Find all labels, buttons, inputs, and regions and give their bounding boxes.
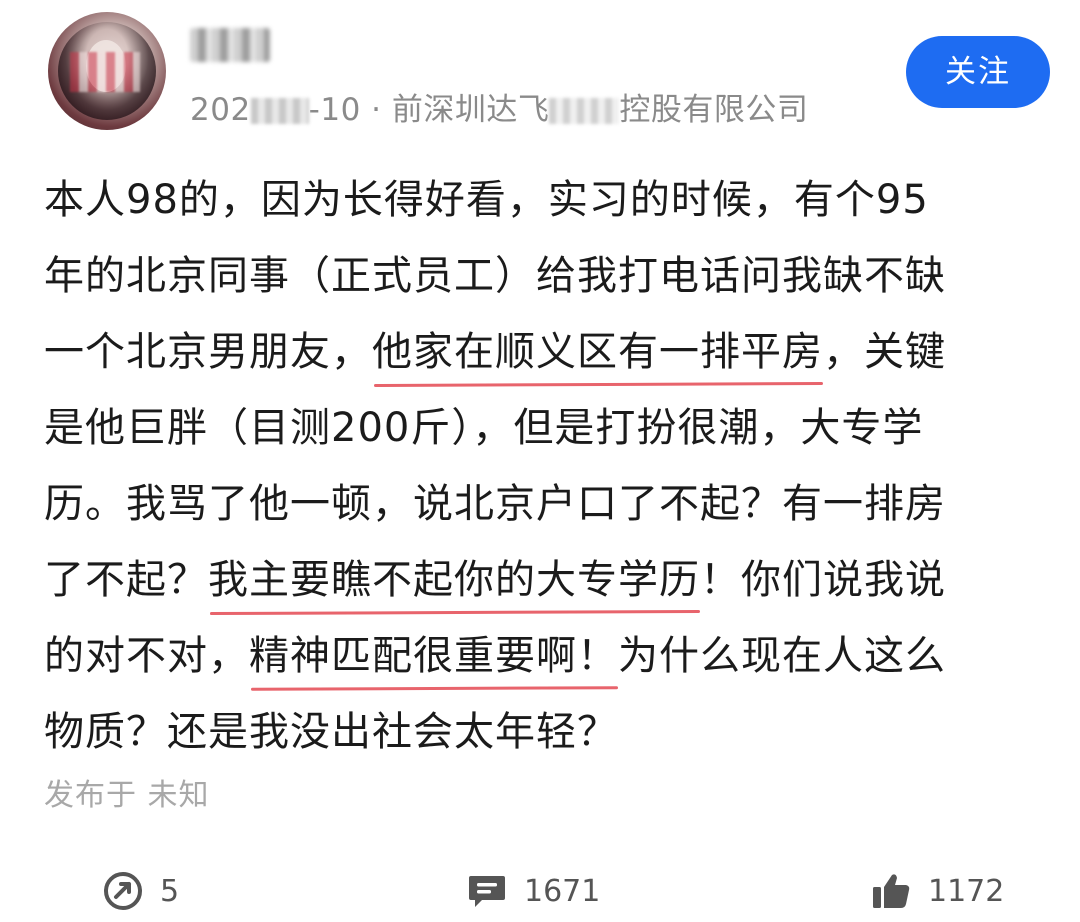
post-meta: 202 -10 · 前深圳达飞 控股有限公司: [190, 84, 808, 129]
comment-count: 1671: [524, 873, 601, 909]
share-count: 5: [160, 873, 180, 909]
username-redacted[interactable]: [190, 28, 270, 62]
thumbs-up-icon: [873, 874, 910, 908]
post-date-end: -10: [308, 92, 361, 128]
avatar-mosaic: [70, 52, 140, 92]
meta-separator: ·: [371, 92, 382, 128]
post-text: 为什么现在人这么: [618, 633, 946, 679]
post-page: 202 -10 · 前深圳达飞 控股有限公司 关注 本人98的，因为长得好看，实习的…: [0, 0, 1080, 922]
share-button[interactable]: 5: [102, 868, 179, 914]
company-redaction: [549, 98, 620, 124]
post-text: ！你们说我说: [700, 557, 946, 603]
follow-button[interactable]: 关注: [906, 36, 1050, 108]
highlighted-text: 精神匹配很重要啊！: [249, 618, 618, 694]
action-bar: 5 1671 1172: [0, 858, 1080, 922]
post-text: 历。我骂了他一顿，说北京户口了不起？有一排房: [44, 481, 946, 527]
post-text: 本人98的，因为长得好看，实习的时候，有个95: [44, 177, 929, 223]
date-redaction: [250, 98, 309, 124]
post-line: 年的北京同事（正式员工）给我打电话问我缺不缺: [44, 238, 1044, 314]
published-location: 发布于 未知: [44, 778, 210, 813]
share-icon: [104, 872, 142, 910]
post-text: 一个北京男朋友，: [44, 329, 372, 375]
company-name-start: 前深圳达飞: [391, 92, 550, 128]
like-button[interactable]: 1172: [870, 868, 1004, 914]
post-line: 的对不对，精神匹配很重要啊！为什么现在人这么: [44, 618, 1044, 694]
post-line: 本人98的，因为长得好看，实习的时候，有个95: [44, 162, 1044, 238]
highlighted-text: 他家在顺义区有一排平房: [372, 314, 823, 390]
post-body: 本人98的，因为长得好看，实习的时候，有个95 年的北京同事（正式员工）给我打电话…: [44, 162, 1044, 770]
comment-button[interactable]: 1671: [466, 868, 600, 914]
post-text: 了不起？: [44, 557, 208, 603]
post-text: ，关键: [823, 329, 946, 375]
post-line: 一个北京男朋友，他家在顺义区有一排平房，关键: [44, 314, 1044, 390]
post-text: 年的北京同事（正式员工）给我打电话问我缺不缺: [44, 253, 946, 299]
post-date-start: 202: [190, 92, 251, 128]
post-line: 历。我骂了他一顿，说北京户口了不起？有一排房: [44, 466, 1044, 542]
comment-icon: [469, 876, 505, 907]
post-line: 了不起？我主要瞧不起你的大专学历！你们说我说: [44, 542, 1044, 618]
post-text: 的对不对，: [44, 633, 249, 679]
avatar[interactable]: [48, 12, 166, 130]
company-name-end: 控股有限公司: [619, 92, 809, 128]
post-text: 物质？还是我没出社会太年轻？: [44, 709, 618, 755]
post-text: 是他巨胖（目测200斤），但是打扮很潮，大专学: [44, 405, 924, 451]
post-line: 是他巨胖（目测200斤），但是打扮很潮，大专学: [44, 390, 1044, 466]
highlighted-text: 我主要瞧不起你的大专学历: [208, 542, 700, 618]
post-line: 物质？还是我没出社会太年轻？: [44, 694, 1044, 770]
like-count: 1172: [928, 873, 1005, 909]
